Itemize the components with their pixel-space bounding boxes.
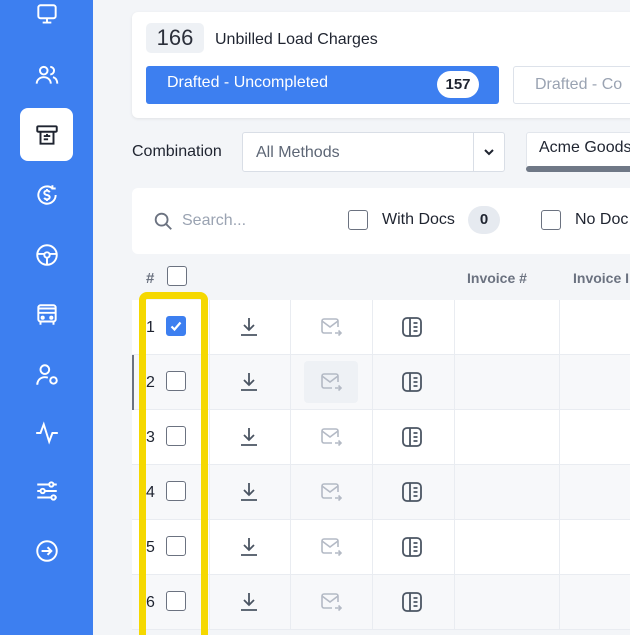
cell-divider (290, 465, 291, 520)
tab-label: Drafted - Uncompleted (167, 74, 328, 91)
cell-divider (290, 355, 291, 410)
sidebar-item-users[interactable] (20, 48, 73, 101)
tab-drafted-uncompleted[interactable]: Drafted - Uncompleted 157 (146, 66, 499, 104)
cell-divider (454, 575, 455, 630)
download-icon[interactable] (237, 480, 261, 504)
document-panel-icon[interactable] (400, 370, 424, 394)
cell-divider (372, 355, 373, 410)
sidebar (0, 0, 93, 635)
email-send-icon[interactable] (319, 370, 343, 394)
cell-divider (454, 465, 455, 520)
select-divider (473, 133, 474, 171)
search-card: With Docs 0 No Doc (132, 188, 630, 254)
checkbox-column-highlight (139, 292, 208, 635)
cell-divider (290, 520, 291, 575)
activity-icon (35, 420, 58, 445)
sidebar-item-analytics[interactable] (20, 406, 73, 459)
email-send-icon[interactable] (319, 480, 343, 504)
download-icon[interactable] (237, 590, 261, 614)
document-panel-icon[interactable] (400, 425, 424, 449)
select-all-checkbox[interactable] (167, 266, 187, 286)
cell-divider (559, 465, 560, 520)
search-icon (154, 212, 172, 230)
cell-divider (372, 465, 373, 520)
summary-card: 166 Unbilled Load Charges Drafted - Unco… (132, 12, 630, 118)
sidebar-item-payments[interactable] (20, 168, 73, 221)
cell-divider (209, 410, 210, 465)
email-send-icon[interactable] (319, 315, 343, 339)
document-panel-icon[interactable] (400, 590, 424, 614)
sidebar-item-user-settings[interactable] (20, 348, 73, 401)
cell-divider (454, 300, 455, 355)
header-invoice-date[interactable]: Invoice I (573, 270, 629, 286)
download-icon[interactable] (237, 535, 261, 559)
sidebar-item-fleet[interactable] (20, 288, 73, 341)
cell-divider (290, 300, 291, 355)
cell-divider (454, 410, 455, 465)
cell-divider (559, 520, 560, 575)
cell-divider (209, 355, 210, 410)
email-send-icon[interactable] (319, 590, 343, 614)
cell-divider (290, 575, 291, 630)
horizontal-scrollbar[interactable] (526, 166, 630, 172)
with-docs-checkbox[interactable] (348, 210, 368, 230)
document-panel-icon[interactable] (400, 535, 424, 559)
steering-wheel-icon (35, 243, 58, 266)
cell-divider (559, 355, 560, 410)
email-send-icon[interactable] (319, 535, 343, 559)
cell-divider (559, 300, 560, 355)
chevron-down-icon[interactable] (481, 144, 497, 160)
sidebar-item-drivers[interactable] (20, 228, 73, 281)
tab-drafted-completed[interactable]: Drafted - Co (513, 66, 630, 104)
download-icon[interactable] (237, 315, 261, 339)
cell-divider (372, 520, 373, 575)
cell-divider (372, 410, 373, 465)
document-panel-icon[interactable] (400, 480, 424, 504)
sidebar-item-settings[interactable] (20, 464, 73, 517)
with-docs-count: 0 (468, 206, 500, 234)
cell-divider (209, 300, 210, 355)
cell-divider (209, 465, 210, 520)
dollar-refresh-icon (36, 184, 57, 205)
combination-label: Combination (132, 143, 222, 160)
combination-select[interactable]: All Methods (242, 132, 505, 172)
user-settings-icon (35, 363, 58, 385)
document-panel-icon[interactable] (400, 315, 424, 339)
cell-divider (454, 520, 455, 575)
header-number: # (146, 270, 155, 287)
summary-title: Unbilled Load Charges (215, 31, 378, 48)
customer-chip[interactable]: Acme Goods (526, 132, 630, 168)
total-count-badge: 166 (146, 23, 204, 53)
row-hover-marker (132, 355, 134, 410)
cell-divider (372, 575, 373, 630)
cell-divider (209, 520, 210, 575)
with-docs-label: With Docs (382, 211, 455, 228)
monitor-icon (36, 3, 57, 24)
download-icon[interactable] (237, 425, 261, 449)
search-input[interactable] (182, 208, 332, 234)
download-icon[interactable] (237, 370, 261, 394)
cell-divider (454, 355, 455, 410)
billing-icon (35, 124, 58, 145)
cell-divider (559, 410, 560, 465)
no-docs-checkbox[interactable] (541, 210, 561, 230)
sliders-icon (36, 480, 57, 501)
sidebar-item-billing[interactable] (20, 108, 73, 161)
header-invoice-number[interactable]: Invoice # (467, 270, 527, 286)
no-docs-label: No Doc (575, 211, 629, 228)
email-send-icon[interactable] (319, 425, 343, 449)
cell-divider (372, 300, 373, 355)
combination-value: All Methods (256, 144, 340, 161)
users-icon (35, 65, 58, 84)
cell-divider (290, 410, 291, 465)
bus-icon (36, 303, 57, 325)
sidebar-item-dashboard[interactable] (20, 0, 73, 41)
sidebar-item-logout[interactable] (20, 524, 73, 577)
logout-icon (35, 539, 58, 562)
cell-divider (559, 575, 560, 630)
tab-count-badge: 157 (437, 71, 479, 98)
cell-divider (209, 575, 210, 630)
